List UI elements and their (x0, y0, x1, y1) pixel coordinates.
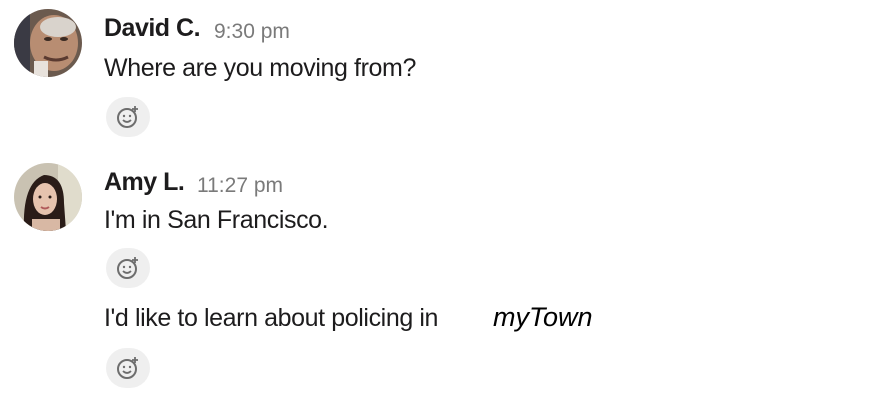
message-text: I'd like to learn about policing in (104, 304, 439, 332)
message-timestamp[interactable]: 11:27 pm (197, 174, 283, 198)
author-name[interactable]: David C. (104, 14, 201, 43)
add-reaction-icon (117, 257, 138, 279)
add-reaction-icon (117, 106, 138, 128)
user-avatar-david-icon (14, 9, 82, 77)
add-reaction-icon (117, 357, 138, 379)
add-reaction-button[interactable] (106, 348, 150, 388)
add-reaction-button[interactable] (106, 97, 150, 137)
avatar-amy[interactable] (14, 163, 82, 231)
message-text: I'm in San Francisco. (104, 206, 329, 234)
add-reaction-button[interactable] (106, 248, 150, 288)
author-name[interactable]: Amy L. (104, 168, 185, 197)
town-name: myTown (493, 302, 593, 332)
avatar-david[interactable] (14, 9, 82, 77)
message-timestamp[interactable]: 9:30 pm (214, 20, 290, 44)
user-avatar-amy-icon (14, 163, 82, 231)
message-text: Where are you moving from? (104, 54, 416, 82)
